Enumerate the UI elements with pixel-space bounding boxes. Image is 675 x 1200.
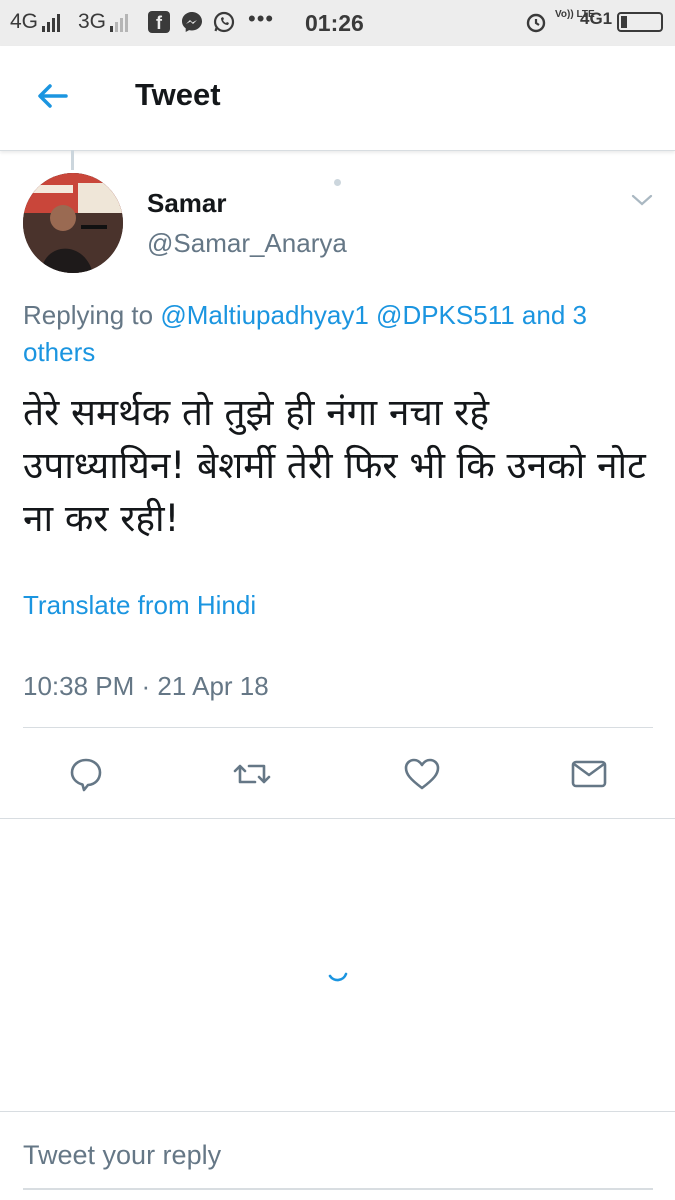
arrow-left-icon[interactable] bbox=[32, 76, 72, 116]
network-4g-label: 4G bbox=[10, 10, 39, 33]
divider bbox=[23, 727, 653, 728]
network-3g-label: 3G bbox=[78, 10, 107, 33]
messenger-icon bbox=[182, 12, 202, 32]
status-bar: 4G 3G f ••• 01:26 Vo)) LTE 4G1 bbox=[0, 0, 675, 46]
avatar[interactable] bbox=[23, 173, 123, 273]
reply-input-underline bbox=[23, 1188, 653, 1190]
translate-link[interactable]: Translate from Hindi bbox=[23, 590, 256, 621]
alarm-icon bbox=[526, 13, 546, 33]
page-title: Tweet bbox=[135, 77, 221, 112]
thread-dot bbox=[334, 179, 341, 186]
clock: 01:26 bbox=[305, 10, 364, 36]
replying-to: Replying to @Maltiupadhyay1 @DPKS511 and… bbox=[23, 297, 643, 371]
battery-icon bbox=[617, 12, 663, 32]
loading-spinner-icon bbox=[328, 972, 348, 982]
tweet-actions bbox=[0, 752, 675, 796]
signal-weak-icon bbox=[110, 12, 128, 32]
tweet-text: तेरे समर्थक तो तुझे ही नंगा नचा रहे उपाध… bbox=[23, 391, 646, 540]
divider bbox=[0, 818, 675, 819]
author-handle[interactable]: @Samar_Anarya bbox=[147, 228, 347, 259]
network-4g1-label: 4G1 bbox=[580, 9, 613, 28]
direct-message-icon[interactable] bbox=[567, 752, 611, 796]
chevron-down-icon[interactable] bbox=[630, 190, 654, 210]
divider bbox=[0, 1111, 675, 1112]
retweet-icon[interactable] bbox=[230, 752, 274, 796]
reply-icon[interactable] bbox=[64, 752, 108, 796]
tweet-timestamp: 10:38 PM · 21 Apr 18 bbox=[23, 671, 269, 701]
app-header: Tweet bbox=[0, 46, 675, 151]
author-name[interactable]: Samar bbox=[147, 188, 227, 219]
more-dots-icon: ••• bbox=[248, 6, 275, 31]
thread-line bbox=[71, 150, 74, 170]
replying-prefix: Replying to bbox=[23, 300, 161, 330]
like-icon[interactable] bbox=[400, 752, 444, 796]
signal-icon bbox=[42, 12, 60, 32]
facebook-icon: f bbox=[148, 11, 170, 33]
whatsapp-icon bbox=[213, 11, 235, 33]
reply-input[interactable]: Tweet your reply bbox=[23, 1140, 221, 1171]
